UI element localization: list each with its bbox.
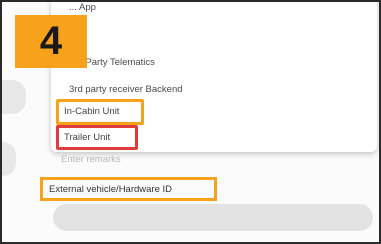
external-id-label-text: External vehicle/Hardware ID <box>49 183 173 195</box>
background-field <box>2 142 16 176</box>
screenshot-frame: ... App ... 3rd Party Telematics 3rd par… <box>0 0 381 244</box>
dropdown-option[interactable]: ... App <box>69 2 96 13</box>
dropdown-option-trailer-unit[interactable]: Trailer Unit <box>64 132 110 143</box>
external-id-input[interactable] <box>53 204 373 231</box>
remarks-placeholder: Enter remarks <box>61 154 121 165</box>
step-badge: 4 <box>15 15 87 68</box>
dropdown-option-in-cabin-unit[interactable]: In-Cabin Unit <box>64 106 119 117</box>
external-id-label: External vehicle/Hardware ID <box>40 177 217 201</box>
background-field <box>2 80 26 114</box>
dropdown-option-3rd-party-receiver-backend[interactable]: 3rd party receiver Backend <box>69 84 183 95</box>
